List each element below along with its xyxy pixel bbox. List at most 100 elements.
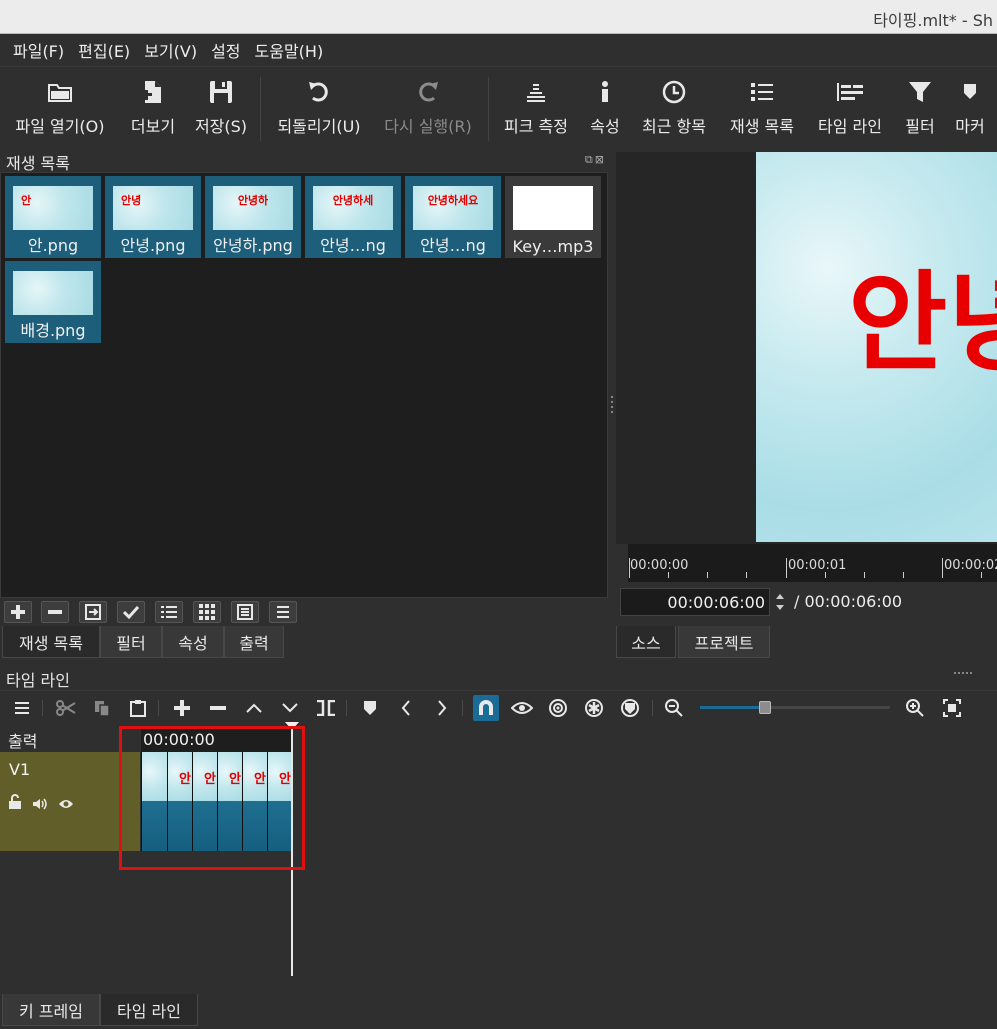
timeline-button[interactable]: 타임 라인 [810,67,890,151]
open-file-button[interactable]: 파일 열기(O) [8,67,112,151]
menu-settings[interactable]: 설정 [204,38,247,62]
thumbnail: 안녕 [113,186,193,230]
minus-icon [48,610,62,614]
add-marker-button[interactable] [358,697,382,719]
tab-export[interactable]: 출력 [224,626,284,658]
chevron-up-icon [246,703,262,713]
playlist-item[interactable]: 안녕하세 안녕…ng [305,176,401,258]
menu-file[interactable]: 파일(F) [6,38,71,62]
eye-icon[interactable] [58,795,74,814]
previous-marker-button[interactable] [394,697,418,719]
peak-meter-button[interactable]: 피크 측정 [496,67,576,151]
remove-clip-button[interactable] [206,697,230,719]
split-icon [317,700,335,716]
fit-icon [943,699,961,717]
thumbnail [513,186,593,230]
tab-keyframes[interactable]: 키 프레임 [2,994,100,1026]
speaker-icon[interactable] [32,795,48,814]
playlist-item[interactable]: 안녕하세요 안녕…ng [405,176,501,258]
timeline-menu-button[interactable] [10,697,34,719]
tab-source[interactable]: 소스 [616,626,676,658]
recent-button[interactable]: 최근 항목 [636,67,712,151]
zoom-slider-fill [700,706,765,709]
title-bar: 타이핑.mlt* - Sh [0,0,997,34]
zoom-out-button[interactable] [662,697,686,719]
playlist-button[interactable]: 재생 목록 [722,67,802,151]
clipboard-icon [130,700,146,717]
info-icon [599,77,611,107]
menu-help[interactable]: 도움말(H) [248,38,331,62]
lift-button[interactable] [242,697,266,719]
remove-button[interactable] [41,601,69,623]
thumbnail [13,271,93,315]
properties-button[interactable]: 속성 [582,67,628,151]
update-button[interactable] [79,601,107,623]
thumbnail: 안녕하세요 [413,186,493,230]
dock-grip[interactable] [954,660,972,674]
list-icon [161,606,177,618]
playlist-item[interactable]: 배경.png [5,261,101,343]
highlight-annotation [119,726,305,870]
copy-button[interactable] [90,697,114,719]
ripple-all-button[interactable] [582,697,606,719]
splitter-handle[interactable] [610,394,614,416]
markers-button[interactable]: 마커 [948,67,992,151]
funnel-icon [908,77,932,107]
zoom-slider-handle[interactable] [758,701,771,714]
add-button[interactable] [4,601,32,623]
redo-button[interactable]: 다시 실행(R) [378,67,478,151]
tab-playlist[interactable]: 재생 목록 [2,626,100,658]
more-button[interactable]: 더보기 [122,67,184,151]
icons-view-button[interactable] [231,601,259,623]
menu-icon [277,606,289,618]
snap-button[interactable] [473,695,499,721]
table-icon [237,604,253,620]
playlist-grid: 안 안.png 안녕 안녕.png 안녕하 안녕하.png 안녕하세 안녕…ng… [0,172,608,598]
zoom-fit-button[interactable] [940,697,964,719]
overwrite-button[interactable] [278,697,302,719]
cut-button[interactable] [54,697,78,719]
undo-button[interactable]: 되돌리기(U) [270,67,368,151]
chevron-right-icon [438,700,447,716]
tab-properties[interactable]: 속성 [162,626,224,658]
playlist-item[interactable]: 안녕 안녕.png [105,176,201,258]
scrub-button[interactable] [510,697,534,719]
save-button[interactable]: 저장(S) [190,67,252,151]
tab-timeline[interactable]: 타임 라인 [100,994,198,1026]
lock-icon[interactable] [8,794,22,814]
tab-filters[interactable]: 필터 [100,626,162,658]
check-icon [123,605,139,619]
playlist-menu-button[interactable] [269,601,297,623]
menu-edit[interactable]: 편집(E) [71,38,137,62]
playlist-item[interactable]: 안 안.png [5,176,101,258]
tab-project[interactable]: 프로젝트 [678,626,770,658]
chevron-down-icon [282,703,298,713]
preview-text: 안녕 [848,261,997,386]
main-toolbar: 파일 열기(O) 더보기 저장(S) 되돌리기(U) 다시 실행(R) 피크 측… [0,66,997,150]
append-button[interactable] [170,697,194,719]
minus-icon [210,706,226,710]
timecode-input[interactable]: 00:00:06:00 [620,588,770,616]
tiles-view-button[interactable] [193,601,221,623]
zoom-in-button[interactable] [903,697,927,719]
menu-bar: 파일(F) 편집(E) 보기(V) 설정 도움말(H) [0,34,997,66]
floppy-disk-icon [208,77,234,107]
menu-view[interactable]: 보기(V) [137,38,204,62]
check-button[interactable] [117,601,145,623]
ripple-markers-button[interactable] [618,697,642,719]
filters-button[interactable]: 필터 [898,67,942,151]
playlist-item[interactable]: Key…mp3 [505,176,601,258]
details-view-button[interactable] [155,601,183,623]
timecode-spinner[interactable] [772,588,788,616]
playlist-item[interactable]: 안녕하 안녕하.png [205,176,301,258]
paste-button[interactable] [126,697,150,719]
dock-float-close-icons[interactable]: ⧉⊠ [585,153,606,167]
viewer-tabs: 소스 프로젝트 [616,626,997,658]
split-button[interactable] [314,697,338,719]
redo-icon [416,77,440,107]
next-marker-button[interactable] [430,697,454,719]
target-icon [549,699,567,717]
marker-icon [962,77,978,107]
viewer-ruler[interactable]: 00:00:00 00:00:01 00:00:02 [628,544,997,582]
ripple-button[interactable] [546,697,570,719]
